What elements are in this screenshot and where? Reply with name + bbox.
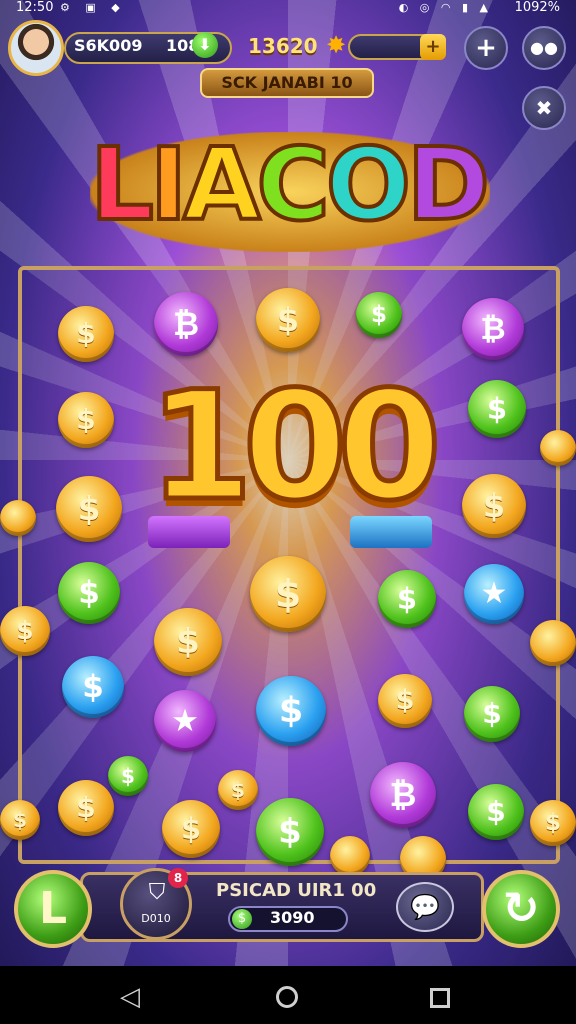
refresh-button[interactable]: ↻ [482, 870, 560, 948]
x-icon[interactable]: ✖ [522, 86, 566, 130]
coin-icon[interactable]: $ [256, 288, 320, 352]
status-time: 12:50 [16, 0, 54, 15]
status-icons-right: ◐ ◎ ◠ ▮ ▲ [398, 1, 492, 14]
chat-icon[interactable]: 💬 [396, 882, 454, 932]
back-icon[interactable]: ◁ [120, 982, 140, 1012]
game-logo: LIACOD [60, 112, 516, 262]
logo-letter: C [254, 126, 331, 243]
panel-title: PSICAD UIR1 00 [216, 880, 377, 901]
logo-letter: A [181, 126, 262, 243]
coin-icon[interactable] [0, 500, 36, 536]
coin-icon[interactable]: $ [530, 800, 576, 846]
add-gold-button[interactable]: + [420, 34, 446, 60]
status-icons-left: ⚙ ▣ ◆ [60, 1, 126, 14]
logo-letter: L [88, 126, 156, 243]
coin-icon[interactable]: $ [58, 562, 120, 624]
coin-icon[interactable]: $ [378, 674, 432, 728]
coin-icon[interactable]: $ [0, 606, 50, 656]
coin-icon[interactable]: ₿ [154, 292, 218, 356]
coin-icon[interactable]: $ [154, 608, 222, 676]
gold-count: 13620 [248, 34, 318, 58]
status-bar: 12:50 ⚙ ▣ ◆ ◐ ◎ ◠ ▮ ▲ 1092% [0, 0, 576, 18]
center-number: 100 [146, 360, 444, 534]
coin-icon[interactable]: $ [250, 556, 326, 632]
coin-icon[interactable]: $ [108, 756, 148, 796]
plus-icon-button[interactable]: + [464, 26, 508, 70]
recent-apps-icon[interactable] [430, 988, 450, 1008]
shield-label: D010 [141, 912, 171, 925]
home-icon[interactable] [276, 986, 298, 1008]
coin-icon[interactable] [540, 430, 576, 466]
coin-icon[interactable]: ₿ [370, 762, 436, 828]
notification-badge: 8 [168, 868, 188, 888]
add-currency-button[interactable]: ⬇ [192, 32, 218, 58]
coin-icon[interactable]: $ [56, 476, 122, 542]
coin-icon[interactable]: $ [468, 784, 524, 840]
coin-icon[interactable]: $ [0, 800, 40, 840]
coin-icon[interactable]: ₿ [462, 298, 524, 360]
coin-icon[interactable]: $ [468, 380, 526, 438]
avatar[interactable] [8, 20, 64, 76]
coin-icon[interactable]: $ [464, 686, 520, 742]
shield-icon: ⛉ [148, 880, 166, 905]
coin-icon[interactable]: $ [356, 292, 402, 338]
left-action-button[interactable]: L [14, 870, 92, 948]
coin-icon[interactable]: $ [256, 798, 324, 866]
gamepad-icon[interactable]: ●● [522, 26, 566, 70]
event-banner: SCK JANABI 10 [200, 68, 374, 98]
logo-letter: D [405, 126, 492, 243]
logo-letter: O [324, 126, 413, 243]
logo-text: LIACOD [60, 126, 516, 243]
coin-icon[interactable]: ★ [464, 564, 524, 624]
coin-icon[interactable]: $ [162, 800, 220, 858]
logo-letter: I [148, 126, 189, 243]
coin-icon[interactable]: $ [58, 392, 114, 448]
battery-level: 1092% [514, 0, 560, 15]
coin-icon[interactable]: $ [378, 570, 436, 628]
coin-icon[interactable]: ★ [154, 690, 216, 752]
panel-value: 3090 [270, 908, 315, 927]
coin-icon[interactable]: $ [62, 656, 124, 718]
coin-icon[interactable]: $ [218, 770, 258, 810]
coin-icon[interactable] [530, 620, 576, 666]
player-name: S6K009 [74, 36, 143, 55]
coin-icon[interactable]: $ [58, 780, 114, 836]
coin-icon[interactable]: $ [462, 474, 526, 538]
green-gem-icon: $ [232, 909, 252, 929]
coin-icon[interactable]: $ [58, 306, 114, 362]
coin-icon[interactable]: $ [256, 676, 326, 746]
coin-icon[interactable] [330, 836, 370, 876]
